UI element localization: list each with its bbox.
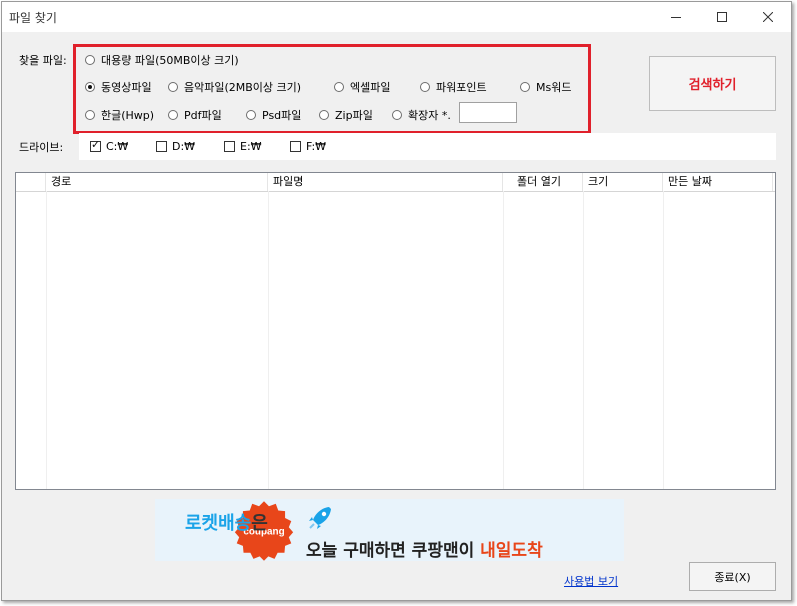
column-header-size[interactable]: 크기 <box>583 173 663 191</box>
option-label: 동영상파일 <box>101 81 152 94</box>
radio-icon <box>334 82 344 92</box>
search-button[interactable]: 검색하기 <box>649 56 776 111</box>
minimize-icon <box>671 17 681 18</box>
option-label: Zip파일 <box>335 109 373 122</box>
drive-label-e: E:₩ <box>240 140 262 153</box>
option-music-file[interactable]: 음악파일(2MB이상 크기) <box>168 79 301 95</box>
maximize-button[interactable] <box>699 2 745 32</box>
drive-f-checkbox[interactable]: F:₩ <box>290 140 326 153</box>
file-finder-window: 파일 찾기 찾을 파일: 대용량 파일(50MB이상 크기) 동영상파일 음악파… <box>1 1 792 601</box>
radio-selected-icon <box>85 82 95 92</box>
drive-label-f: F:₩ <box>306 140 327 153</box>
option-word-file[interactable]: Ms워드 <box>520 79 571 95</box>
radio-icon <box>85 110 95 120</box>
title-bar: 파일 찾기 <box>2 2 791 32</box>
checkbox-icon <box>290 141 301 152</box>
radio-icon <box>168 82 178 92</box>
drive-label-d: D:₩ <box>172 140 196 153</box>
column-header-blank <box>16 173 46 191</box>
checkbox-checked-icon <box>90 138 101 152</box>
option-large-file[interactable]: 대용량 파일(50MB이상 크기) <box>85 52 239 68</box>
drive-selector: C:₩ D:₩ E:₩ F:₩ <box>79 133 776 160</box>
option-pdf-file[interactable]: Pdf파일 <box>168 107 222 123</box>
option-label: Psd파일 <box>262 109 302 122</box>
banner-subline: 오늘 구매하면 쿠팡맨이 내일도착 <box>306 536 543 561</box>
option-label: 엑셀파일 <box>350 81 391 94</box>
drive-e-checkbox[interactable]: E:₩ <box>224 140 262 153</box>
banner-headline-main: 로켓배송 <box>185 513 252 534</box>
checkbox-icon <box>224 141 235 152</box>
radio-icon <box>85 55 95 65</box>
radio-icon <box>319 110 329 120</box>
option-powerpoint-file[interactable]: 파워포인트 <box>420 79 487 95</box>
radio-icon <box>520 82 530 92</box>
results-header: 경로 파일명 폴더 열기 크기 만든 날짜 <box>16 173 775 192</box>
option-label: 음악파일(2MB이상 크기) <box>184 81 302 94</box>
drive-c-checkbox[interactable]: C:₩ <box>90 138 129 153</box>
extension-input[interactable] <box>459 102 517 123</box>
drive-d-checkbox[interactable]: D:₩ <box>156 140 195 153</box>
column-header-created[interactable]: 만든 날짜 <box>663 173 773 191</box>
radio-icon <box>392 110 402 120</box>
option-label: Ms워드 <box>536 81 572 94</box>
column-header-path[interactable]: 경로 <box>46 173 268 191</box>
option-label: Pdf파일 <box>184 109 222 122</box>
close-window-button[interactable] <box>745 2 791 32</box>
option-label: 확장자 *. <box>408 109 451 122</box>
option-zip-file[interactable]: Zip파일 <box>319 107 373 123</box>
column-divider <box>268 191 269 489</box>
option-psd-file[interactable]: Psd파일 <box>246 107 301 123</box>
maximize-icon <box>717 12 727 22</box>
checkbox-icon <box>156 141 167 152</box>
file-type-label: 찾을 파일: <box>19 54 67 67</box>
results-list[interactable]: 경로 파일명 폴더 열기 크기 만든 날짜 <box>15 172 776 490</box>
close-icon <box>763 12 773 22</box>
column-divider <box>583 191 584 489</box>
column-divider <box>46 191 47 489</box>
column-divider <box>503 191 504 489</box>
banner-headline-suffix: 은 <box>251 513 268 534</box>
column-header-open-folder[interactable]: 폴더 열기 <box>503 173 583 191</box>
radio-icon <box>420 82 430 92</box>
drive-label: 드라이브: <box>19 141 64 154</box>
banner-subline-highlight: 내일도착 <box>480 541 543 561</box>
option-excel-file[interactable]: 엑셀파일 <box>334 79 390 95</box>
radio-icon <box>246 110 256 120</box>
option-extension[interactable]: 확장자 *. <box>392 107 451 123</box>
banner-headline: 로켓배송은 <box>185 509 268 535</box>
rocket-icon <box>309 507 331 529</box>
column-header-filename[interactable]: 파일명 <box>268 173 503 191</box>
drive-label-c: C:₩ <box>106 140 129 153</box>
window-title: 파일 찾기 <box>9 11 57 25</box>
option-label: 대용량 파일(50MB이상 크기) <box>101 54 239 67</box>
radio-icon <box>168 110 178 120</box>
banner-subline-text: 오늘 구매하면 쿠팡맨이 <box>306 541 481 561</box>
exit-button[interactable]: 종료(X) <box>689 562 776 591</box>
option-label: 한글(Hwp) <box>101 109 155 122</box>
help-link[interactable]: 사용법 보기 <box>564 573 618 589</box>
option-label: 파워포인트 <box>436 81 487 94</box>
option-hwp-file[interactable]: 한글(Hwp) <box>85 107 154 123</box>
minimize-button[interactable] <box>653 2 699 32</box>
option-video-file[interactable]: 동영상파일 <box>85 79 152 95</box>
column-divider <box>663 191 664 489</box>
